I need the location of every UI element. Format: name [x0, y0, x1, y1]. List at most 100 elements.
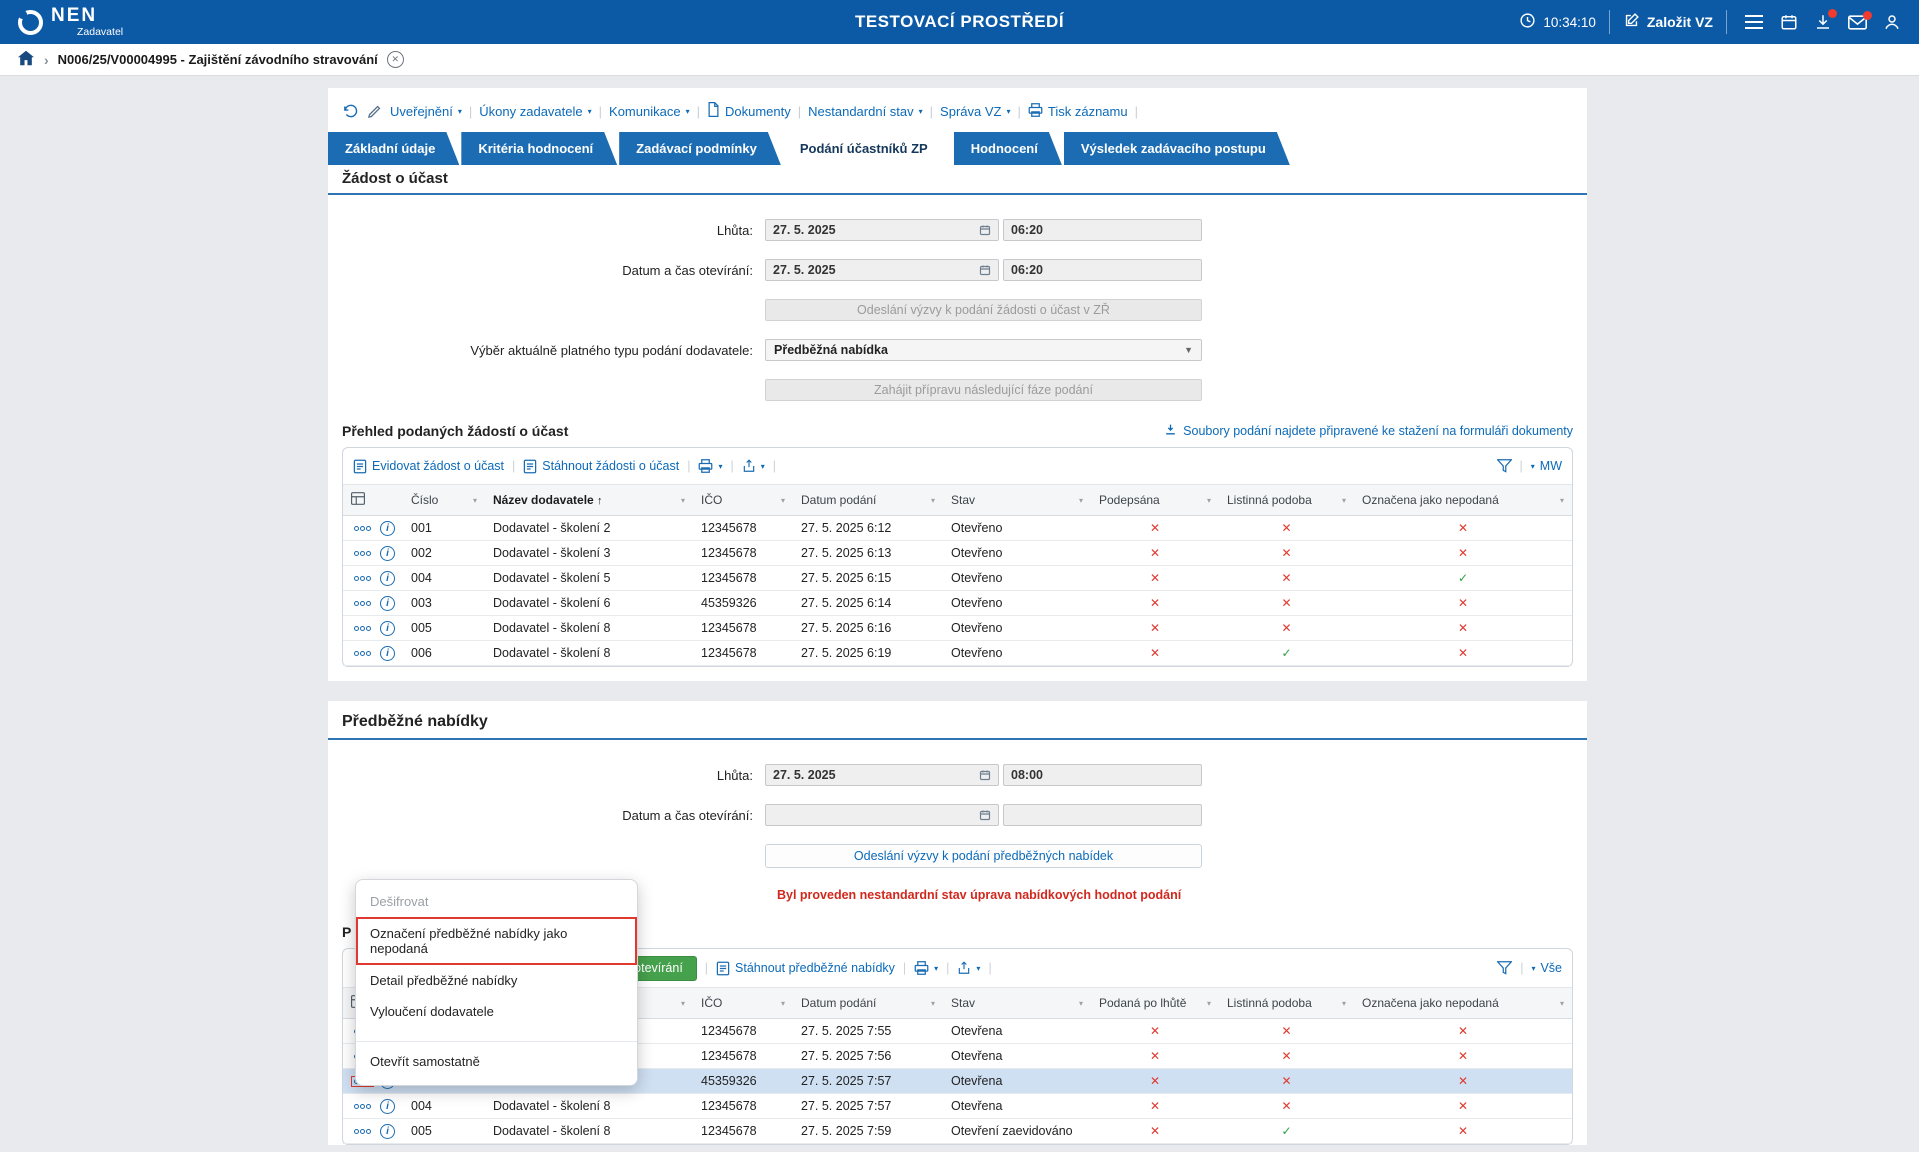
row-info-icon[interactable]: i — [380, 521, 395, 536]
soubory-podani-link[interactable]: Soubory podání najdete připravené ke sta… — [1164, 423, 1573, 439]
column-header-actions[interactable] — [343, 485, 403, 516]
table-row[interactable]: i001Dodavatel - školení 21234567827. 5. … — [343, 516, 1572, 541]
lhuta-date-field[interactable]: 27. 5. 2025 — [765, 219, 999, 241]
context-menu-item-ozna-en-p-edb-n-nab-dky-jako-nepodan[interactable]: Označení předběžné nabídky jako nepodaná — [356, 917, 637, 965]
context-menu-item-otev-t-samostatn[interactable]: Otevřít samostatně — [356, 1041, 637, 1077]
column-header-podeps-na[interactable]: Podepsána▾ — [1091, 485, 1219, 516]
toolbar-link-nestandardn-stav[interactable]: Nestandardní stav▾ — [808, 104, 923, 119]
stahnout-zadosti-button[interactable]: Stáhnout žádosti o účast — [523, 459, 679, 474]
column-filter-icon[interactable]: ▾ — [473, 496, 477, 505]
column-filter-icon[interactable]: ▾ — [1207, 999, 1211, 1008]
nabidky-lhuta-date-field[interactable]: 27. 5. 2025 — [765, 764, 999, 786]
column-filter-icon[interactable]: ▾ — [1079, 496, 1083, 505]
row-menu-icon[interactable] — [351, 548, 374, 559]
tab-z-kladn-daje[interactable]: Základní údaje — [328, 132, 459, 165]
tab-v-sledek-zad-vac-ho-postupu[interactable]: Výsledek zadávacího postupu — [1064, 132, 1290, 165]
column-header-listinn-podoba[interactable]: Listinná podoba▾ — [1219, 988, 1354, 1019]
brand-block[interactable]: NEN Zadavatel — [18, 6, 123, 38]
column-header-i-o[interactable]: IČO▾ — [693, 485, 793, 516]
column-header-ozna-ena-jako-nepodan[interactable]: Označena jako nepodaná▾ — [1354, 485, 1572, 516]
print-menu-button[interactable]: ▾ — [914, 961, 938, 975]
row-info-icon[interactable]: i — [380, 546, 395, 561]
column-filter-icon[interactable]: ▾ — [781, 496, 785, 505]
tab-zad-vac-podm-nky[interactable]: Zadávací podmínky — [619, 132, 781, 165]
column-filter-icon[interactable]: ▾ — [781, 999, 785, 1008]
home-icon[interactable] — [17, 50, 35, 69]
column-header-ozna-ena-jako-nepodan[interactable]: Označena jako nepodaná▾ — [1354, 988, 1572, 1019]
odeslani-vyzvy-zadost-button[interactable]: Odeslání výzvy k podání žádosti o účast … — [765, 299, 1202, 321]
column-filter-icon[interactable]: ▾ — [1079, 999, 1083, 1008]
column-header-slo[interactable]: Číslo▾ — [403, 485, 485, 516]
column-filter-icon[interactable]: ▾ — [1342, 999, 1346, 1008]
column-header-n-zev-dodavatele[interactable]: Název dodavatele ↑▾ — [485, 485, 693, 516]
tab-hodnocen[interactable]: Hodnocení — [954, 132, 1062, 165]
history-icon[interactable] — [342, 103, 359, 120]
table-row[interactable]: i005Dodavatel - školení 81234567827. 5. … — [343, 1119, 1572, 1144]
row-info-icon[interactable]: i — [380, 596, 395, 611]
otevirani-date-field[interactable]: 27. 5. 2025 — [765, 259, 999, 281]
messages-icon[interactable] — [1848, 15, 1867, 30]
table-row[interactable]: i003Dodavatel - školení 64535932627. 5. … — [343, 591, 1572, 616]
column-filter-icon[interactable]: ▾ — [1560, 999, 1564, 1008]
toolbar-link-kony-zadavatele[interactable]: Úkony zadavatele▾ — [479, 104, 591, 119]
toolbar-link-uve-ejn-n[interactable]: Uveřejnění▾ — [390, 104, 462, 119]
print-menu-button[interactable]: ▾ — [698, 459, 722, 473]
menu-icon[interactable] — [1744, 14, 1764, 30]
row-info-icon[interactable]: i — [380, 1099, 395, 1114]
row-menu-icon[interactable] — [351, 648, 374, 659]
row-info-icon[interactable]: i — [380, 1124, 395, 1139]
column-filter-icon[interactable]: ▾ — [931, 496, 935, 505]
typ-podani-select[interactable]: Předběžná nabídka▼ — [765, 339, 1202, 361]
export-menu-button[interactable]: ▾ — [742, 459, 765, 473]
breadcrumb-item[interactable]: N006/25/V00004995 - Zajištění závodního … — [58, 52, 378, 67]
nabidky-otevirani-date-field[interactable] — [765, 804, 999, 826]
table-row[interactable]: i002Dodavatel - školení 31234567827. 5. … — [343, 541, 1572, 566]
edit-pencil-icon[interactable] — [367, 104, 382, 119]
toolbar-link-tisk-z-znamu[interactable]: Tisk záznamu — [1028, 103, 1128, 120]
row-info-icon[interactable]: i — [380, 646, 395, 661]
column-filter-icon[interactable]: ▾ — [931, 999, 935, 1008]
context-menu-item-detail-p-edb-n-nab-dky[interactable]: Detail předběžné nabídky — [356, 965, 637, 996]
export-menu-button[interactable]: ▾ — [957, 961, 980, 975]
toolbar-link-dokumenty[interactable]: Dokumenty — [707, 102, 791, 120]
zahajit-fazi-button[interactable]: Zahájit přípravu následující fáze podání — [765, 379, 1202, 401]
toolbar-link-spr-va-vz[interactable]: Správa VZ▾ — [940, 104, 1010, 119]
toolbar-link-komunikace[interactable]: Komunikace▾ — [609, 104, 690, 119]
table-row[interactable]: i005Dodavatel - školení 81234567827. 5. … — [343, 616, 1572, 641]
profile-icon[interactable] — [1883, 13, 1901, 31]
view-preset-select[interactable]: ▾Vše — [1531, 961, 1562, 975]
column-header-datum-pod-n[interactable]: Datum podání▾ — [793, 988, 943, 1019]
evidovat-zadost-button[interactable]: Evidovat žádost o účast — [353, 459, 504, 474]
row-menu-icon[interactable] — [351, 623, 374, 634]
column-filter-icon[interactable]: ▾ — [681, 999, 685, 1008]
column-filter-icon[interactable]: ▾ — [1560, 496, 1564, 505]
stahnout-nabidky-button[interactable]: Stáhnout předběžné nabídky — [716, 961, 895, 976]
row-info-icon[interactable]: i — [380, 621, 395, 636]
filter-icon[interactable] — [1497, 459, 1512, 473]
odeslani-vyzvy-nabidky-button[interactable]: Odeslání výzvy k podání předběžných nabí… — [765, 844, 1202, 868]
nabidky-otevirani-time-field[interactable] — [1003, 804, 1202, 826]
row-info-icon[interactable]: i — [380, 571, 395, 586]
otevirani-time-field[interactable]: 06:20 — [1003, 259, 1202, 281]
column-filter-icon[interactable]: ▾ — [1342, 496, 1346, 505]
tab-krit-ria-hodnocen[interactable]: Kritéria hodnocení — [461, 132, 617, 165]
column-header-stav[interactable]: Stav▾ — [943, 485, 1091, 516]
column-header-listinn-podoba[interactable]: Listinná podoba▾ — [1219, 485, 1354, 516]
lhuta-time-field[interactable]: 06:20 — [1003, 219, 1202, 241]
column-header-stav[interactable]: Stav▾ — [943, 988, 1091, 1019]
table-row[interactable]: i006Dodavatel - školení 81234567827. 5. … — [343, 641, 1572, 666]
downloads-icon[interactable] — [1814, 13, 1832, 31]
tab-pod-n-astn-k-zp[interactable]: Podání účastníků ZP — [783, 132, 952, 165]
column-filter-icon[interactable]: ▾ — [1207, 496, 1211, 505]
column-filter-icon[interactable]: ▾ — [681, 496, 685, 505]
column-header-i-o[interactable]: IČO▾ — [693, 988, 793, 1019]
row-menu-icon[interactable] — [351, 1101, 374, 1112]
calendar-icon[interactable] — [1780, 13, 1798, 31]
table-row[interactable]: i004Dodavatel - školení 81234567827. 5. … — [343, 1094, 1572, 1119]
row-menu-icon[interactable] — [351, 573, 374, 584]
table-row[interactable]: i004Dodavatel - školení 51234567827. 5. … — [343, 566, 1572, 591]
row-menu-icon[interactable] — [351, 523, 374, 534]
row-menu-icon[interactable] — [351, 598, 374, 609]
context-menu-item-vylou-en-dodavatele[interactable]: Vyloučení dodavatele — [356, 996, 637, 1027]
column-header-datum-pod-n[interactable]: Datum podání▾ — [793, 485, 943, 516]
